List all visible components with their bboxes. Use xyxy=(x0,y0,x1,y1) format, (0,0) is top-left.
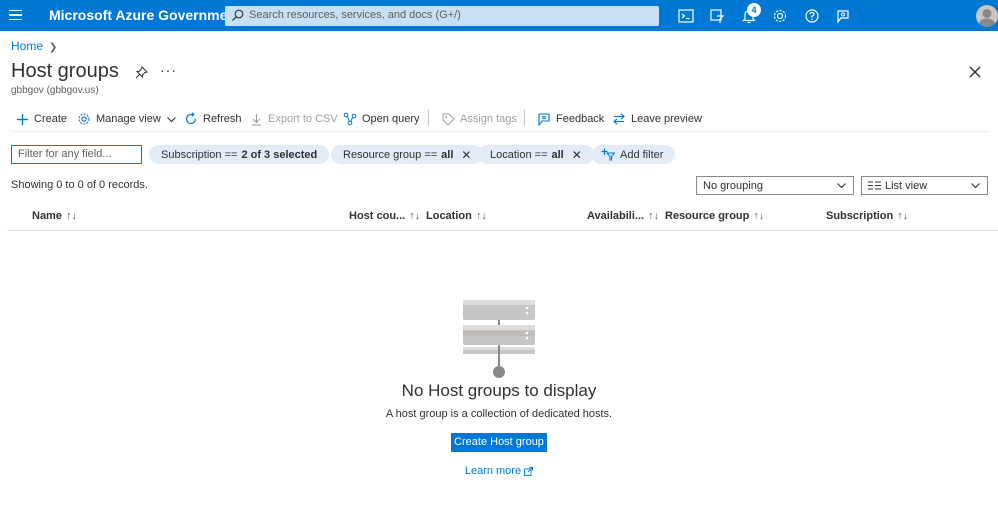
directory-filter-icon[interactable] xyxy=(706,5,728,27)
close-icon[interactable] xyxy=(966,63,984,81)
column-header-availability[interactable]: Availabili... ↑↓ xyxy=(587,210,659,222)
menu-icon[interactable] xyxy=(4,4,26,26)
sort-icon: ↑↓ xyxy=(409,210,421,222)
portal-brand[interactable]: Microsoft Azure Government xyxy=(49,7,241,23)
tag-icon xyxy=(442,113,455,126)
sort-icon: ↑↓ xyxy=(753,210,765,222)
search-icon xyxy=(232,9,244,21)
view-dropdown[interactable]: List view xyxy=(861,176,988,195)
feedback-button[interactable]: Feedback xyxy=(537,111,604,127)
pin-icon[interactable] xyxy=(135,66,148,79)
notification-count-badge: 4 xyxy=(747,3,761,17)
list-view-icon xyxy=(868,181,881,190)
search-input[interactable]: Search resources, services, and docs (G+… xyxy=(225,6,659,26)
breadcrumb-home-link[interactable]: Home xyxy=(11,39,43,53)
column-header-subscription[interactable]: Subscription ↑↓ xyxy=(826,210,908,222)
chevron-right-icon: ❯ xyxy=(49,42,58,53)
empty-state-description: A host group is a collection of dedicate… xyxy=(385,408,613,420)
manage-view-button[interactable]: Manage view xyxy=(77,111,177,127)
add-filter-button[interactable]: Add filter xyxy=(592,145,676,164)
plus-icon xyxy=(17,113,28,125)
empty-state-title: No Host groups to display xyxy=(401,381,597,400)
resource-group-filter-pill[interactable]: Resource group == all ✕ xyxy=(331,145,484,164)
column-header-location[interactable]: Location ↑↓ xyxy=(426,210,487,222)
breadcrumb: Home ❯ xyxy=(11,39,57,53)
table-header: Name ↑↓ Host cou... ↑↓ Location ↑↓ Availabi… xyxy=(7,205,998,231)
sort-icon: ↑↓ xyxy=(648,210,660,222)
top-bar: Microsoft Azure Government Search resour… xyxy=(0,0,998,31)
more-options-icon[interactable]: ··· xyxy=(160,62,177,78)
remove-filter-icon[interactable]: ✕ xyxy=(572,148,582,162)
switch-arrows-icon xyxy=(613,113,625,125)
help-icon[interactable] xyxy=(801,5,823,27)
query-graph-icon xyxy=(343,112,357,126)
remove-filter-icon[interactable]: ✕ xyxy=(461,148,471,162)
chevron-down-icon xyxy=(166,116,176,122)
refresh-button[interactable]: Refresh xyxy=(184,111,242,127)
settings-gear-icon[interactable] xyxy=(769,5,791,27)
export-csv-button[interactable]: Export to CSV xyxy=(250,111,338,127)
create-button[interactable]: Create xyxy=(16,111,67,127)
host-group-server-icon xyxy=(463,300,535,378)
open-query-button[interactable]: Open query xyxy=(343,111,419,127)
location-filter-pill[interactable]: Location == all ✕ xyxy=(478,145,594,164)
gear-icon xyxy=(78,113,90,125)
filter-input[interactable]: Filter for any field... xyxy=(11,145,142,164)
command-separator xyxy=(524,110,525,126)
page-title: Host groups xyxy=(11,60,119,82)
command-separator xyxy=(428,110,429,126)
search-placeholder: Search resources, services, and docs (G+… xyxy=(249,9,461,21)
column-header-resource-group[interactable]: Resource group ↑↓ xyxy=(665,210,764,222)
user-avatar[interactable] xyxy=(976,5,998,27)
add-filter-icon xyxy=(601,148,615,161)
page-subtitle: gbbgov (gbbgov.us) xyxy=(11,85,99,96)
chevron-down-icon xyxy=(837,183,846,189)
download-icon xyxy=(252,113,261,126)
records-count: Showing 0 to 0 of 0 records. xyxy=(11,179,148,191)
column-header-host-count[interactable]: Host cou... ↑↓ xyxy=(349,210,420,222)
cloud-shell-icon[interactable] xyxy=(675,5,697,27)
sort-icon: ↑↓ xyxy=(897,210,909,222)
refresh-icon xyxy=(185,112,197,125)
feedback-icon xyxy=(538,113,550,126)
subscription-filter-pill[interactable]: Subscription == 2 of 3 selected xyxy=(149,145,330,164)
feedback-icon[interactable] xyxy=(832,5,854,27)
command-bar: Create Manage view Refresh Export to CSV… xyxy=(11,106,988,132)
grouping-dropdown[interactable]: No grouping xyxy=(696,176,854,195)
leave-preview-button[interactable]: Leave preview xyxy=(612,111,702,127)
external-link-icon xyxy=(524,467,534,476)
sort-icon: ↑↓ xyxy=(65,210,77,222)
create-host-group-button[interactable]: Create Host group xyxy=(451,433,547,452)
assign-tags-button[interactable]: Assign tags xyxy=(442,111,517,127)
column-header-name[interactable]: Name ↑↓ xyxy=(32,210,77,222)
sort-icon: ↑↓ xyxy=(475,210,487,222)
learn-more-link[interactable]: Learn more xyxy=(0,465,998,477)
chevron-down-icon xyxy=(971,183,980,189)
